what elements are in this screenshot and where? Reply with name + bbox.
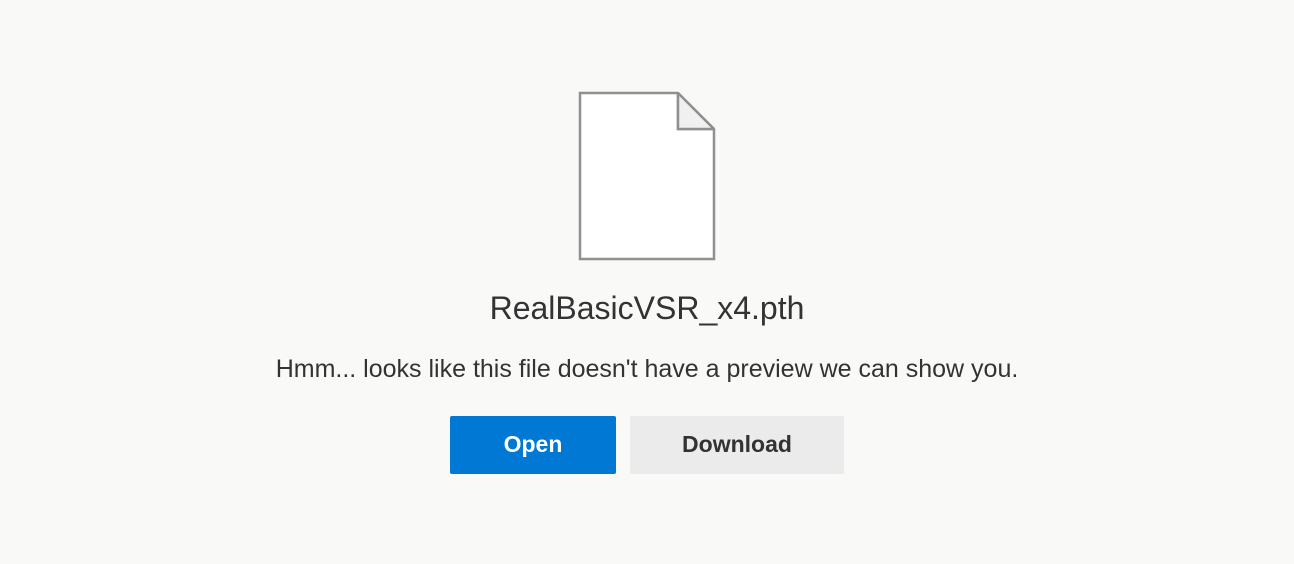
download-button[interactable]: Download bbox=[630, 416, 844, 474]
document-icon bbox=[578, 91, 716, 261]
filename-title: RealBasicVSR_x4.pth bbox=[490, 290, 805, 327]
file-icon bbox=[578, 91, 716, 266]
no-preview-panel: RealBasicVSR_x4.pth Hmm... looks like th… bbox=[276, 91, 1019, 474]
open-button[interactable]: Open bbox=[450, 416, 616, 474]
button-row: Open Download bbox=[450, 416, 844, 474]
no-preview-message: Hmm... looks like this file doesn't have… bbox=[276, 355, 1019, 384]
